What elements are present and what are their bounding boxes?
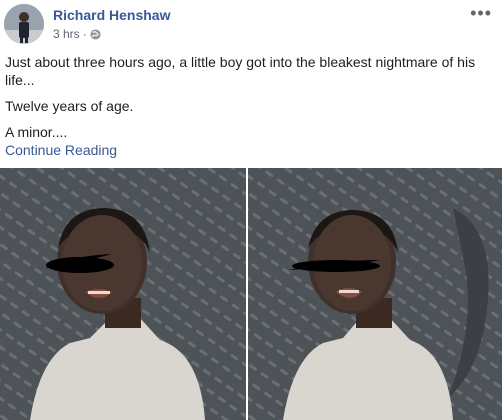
continue-reading-link[interactable]: Continue Reading <box>5 141 117 159</box>
post-time[interactable]: 3 hrs <box>53 27 80 41</box>
more-options-icon[interactable]: ••• <box>470 4 492 22</box>
globe-icon[interactable] <box>90 28 101 40</box>
author-name[interactable]: Richard Henshaw <box>53 7 170 23</box>
post-header: Richard Henshaw 3 hrs · ••• <box>0 0 502 48</box>
post-paragraph-2: Twelve years of age. <box>5 98 134 114</box>
post-photo-2[interactable] <box>248 168 502 420</box>
post-photo-1[interactable] <box>0 168 246 420</box>
post-meta: 3 hrs · <box>53 27 101 41</box>
author-avatar[interactable] <box>4 4 44 44</box>
post-paragraph-1: Just about three hours ago, a little boy… <box>5 54 476 88</box>
post-paragraph-3: A minor.... <box>5 124 68 140</box>
